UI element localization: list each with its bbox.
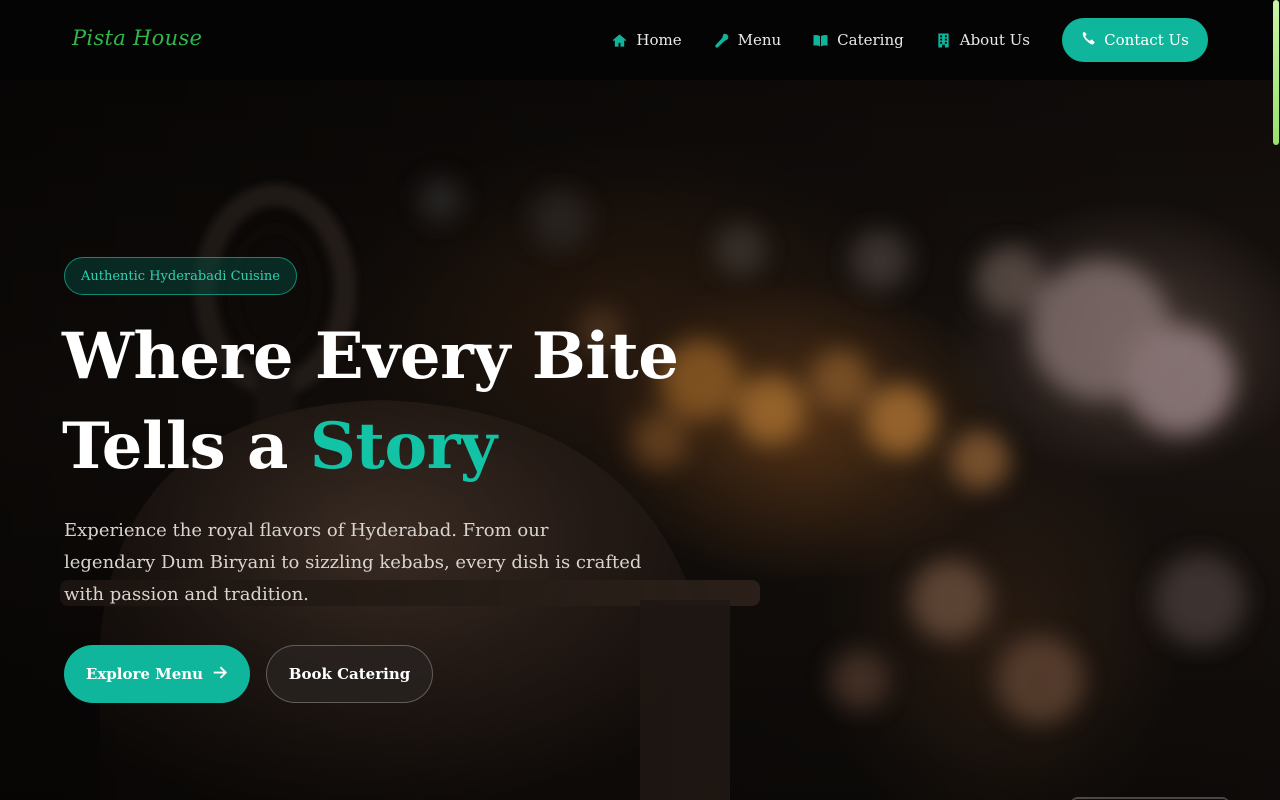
hero-description: Experience the royal flavors of Hyderaba… [64,520,642,605]
page-scrollbar[interactable] [1272,0,1280,800]
utensil-icon [714,33,729,48]
headline-line-1: Where Every Bite [62,319,679,394]
book-catering-label: Book Catering [288,665,411,683]
headline-line-2-prefix: Tells a [62,409,288,484]
hero-headline: Where Every Bite Tells a Story [62,312,702,492]
contact-us-label: Contact Us [1104,31,1189,49]
nav-item-menu[interactable]: Menu [714,31,782,49]
explore-menu-label: Explore Menu [85,665,204,683]
nav-label-catering: Catering [837,31,904,49]
arrow-right-icon [213,665,228,684]
scrollbar-thumb[interactable] [1273,0,1279,145]
book-open-icon [813,33,828,48]
nav-label-menu: Menu [737,31,782,49]
home-icon [612,33,627,48]
main-nav: Home Menu Catering About Us [612,0,1030,80]
nav-item-about[interactable]: About Us [936,31,1030,49]
nav-item-catering[interactable]: Catering [813,31,904,49]
hero-section: Authentic Hyderabadi Cuisine Where Every… [0,80,1280,800]
explore-menu-button[interactable]: Explore Menu [64,645,250,703]
book-catering-button[interactable]: Book Catering [266,645,433,703]
nav-label-about: About Us [959,31,1030,49]
headline-accent-word: Story [309,409,497,484]
phone-icon [1081,31,1095,49]
contact-us-button[interactable]: Contact Us [1062,18,1208,62]
site-header: Pista House Home Menu Catering About Us [0,0,1280,80]
nav-item-home[interactable]: Home [612,31,682,49]
nav-label-home: Home [636,31,682,49]
site-logo[interactable]: Pista House [72,26,202,50]
building-icon [936,32,951,48]
cuisine-badge: Authentic Hyderabadi Cuisine [64,257,297,295]
